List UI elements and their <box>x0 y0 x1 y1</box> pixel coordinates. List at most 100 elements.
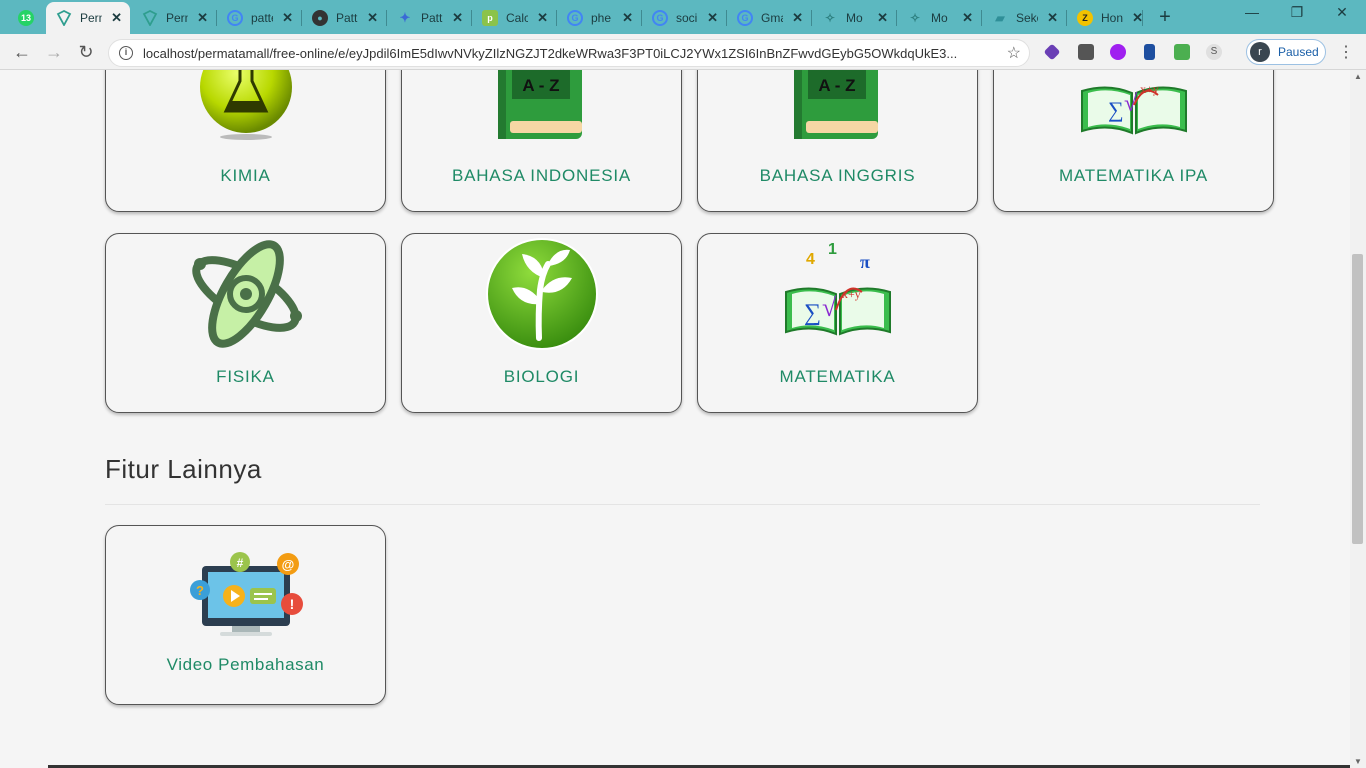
tab[interactable]: G phe ✕ <box>557 4 641 32</box>
tab[interactable]: G soci ✕ <box>642 4 726 32</box>
plant-icon <box>485 238 598 350</box>
chemistry-flask-icon <box>199 70 292 140</box>
svg-text:4: 4 <box>806 251 815 268</box>
section-title: Fitur Lainnya <box>105 454 262 484</box>
svg-text:1: 1 <box>828 241 837 258</box>
close-icon[interactable]: ✕ <box>707 10 718 26</box>
tab-title: Perm <box>80 11 102 25</box>
svg-text:√: √ <box>1124 91 1138 117</box>
scroll-down-icon[interactable]: ▼ <box>1354 757 1362 766</box>
profile-button[interactable]: r Paused <box>1246 39 1326 65</box>
close-icon[interactable]: ✕ <box>282 10 293 26</box>
svg-text:?: ? <box>196 583 204 598</box>
cube-extension-icon[interactable] <box>1043 43 1061 61</box>
url-text[interactable]: localhost/permatamall/free-online/e/eyJp… <box>143 46 993 61</box>
tab-title: Mo <box>931 11 948 25</box>
svg-text:x+y: x+y <box>1140 82 1159 96</box>
page-content: KIMIA A - Z BAHASA INDONESIA A - Z BAHAS… <box>0 70 1350 768</box>
tab-title: Patt <box>421 11 443 25</box>
terminal-extension-icon[interactable] <box>1078 44 1094 60</box>
z-icon: Z <box>1077 10 1093 26</box>
subject-card-kimia[interactable]: KIMIA <box>105 70 386 212</box>
tab[interactable]: p Calc ✕ <box>472 4 556 32</box>
tab[interactable]: G patte ✕ <box>217 4 301 32</box>
tab-whatsapp[interactable]: 13 <box>8 4 46 32</box>
dictionary-book-icon: A - Z <box>793 70 878 139</box>
svg-text:π: π <box>860 252 870 272</box>
tab[interactable]: Z Hon ✕ <box>1067 4 1151 32</box>
profile-status: Paused <box>1278 45 1319 59</box>
close-icon[interactable]: ✕ <box>367 10 378 26</box>
subject-card-bahasa-indonesia[interactable]: A - Z BAHASA INDONESIA <box>401 70 682 212</box>
book-icon: ▰ <box>995 11 1005 25</box>
svg-text:!: ! <box>289 596 294 612</box>
minimize-button[interactable]: — <box>1232 4 1272 20</box>
subject-card-biologi[interactable]: BIOLOGI <box>401 233 682 413</box>
tab[interactable]: G Gma ✕ <box>727 4 811 32</box>
puzzle-icon: ✦ <box>399 10 411 25</box>
feature-label: Video Pembahasan <box>166 655 325 674</box>
bookmark-star-icon[interactable]: ☆ <box>1007 43 1021 63</box>
image-extension-icon[interactable] <box>1174 44 1190 60</box>
svg-text:x+y: x+y <box>842 287 861 301</box>
close-icon[interactable]: ✕ <box>537 10 548 26</box>
close-icon[interactable]: ✕ <box>452 10 463 26</box>
circle-extension-icon[interactable] <box>1110 44 1126 60</box>
subject-card-bahasa-inggris[interactable]: A - Z BAHASA INGGRIS <box>697 70 978 212</box>
close-icon[interactable]: ✕ <box>197 10 208 26</box>
close-icon[interactable]: ✕ <box>622 10 633 26</box>
subject-label: BAHASA INGGRIS <box>759 166 916 185</box>
google-icon: G <box>737 10 753 26</box>
close-icon[interactable]: ✕ <box>111 10 122 26</box>
forward-button[interactable]: → <box>42 40 66 64</box>
site-info-icon[interactable]: i <box>119 46 133 60</box>
subject-card-matematika-ipa[interactable]: ∑ √ x+y MATEMATIKA IPA <box>993 70 1274 212</box>
video-lesson-icon: ? # @ ! <box>189 552 303 636</box>
new-tab-button[interactable]: + <box>1155 6 1175 29</box>
bookmark-extension-icon[interactable] <box>1144 44 1155 60</box>
subject-label: KIMIA <box>220 166 271 185</box>
menu-icon[interactable]: ⋮ <box>1338 42 1354 62</box>
tab-title: phe <box>591 11 612 25</box>
subject-label: BAHASA INDONESIA <box>451 166 632 185</box>
tab-strip: 13 Perm ✕ Perm ✕ G patte ✕ ● Patt ✕ ✦ Pa… <box>0 0 1366 34</box>
tab[interactable]: ✦ Patt ✕ <box>387 4 471 32</box>
subject-card-matematika[interactable]: 4 1 π ∑ √ x+y MATEMATIKA <box>697 233 978 413</box>
close-icon[interactable]: ✕ <box>877 10 888 26</box>
tab[interactable]: ● Patt ✕ <box>302 4 386 32</box>
sparkle-icon: ✧ <box>909 11 921 25</box>
whatsapp-icon: 13 <box>18 10 34 26</box>
tab-title: patte <box>251 11 273 25</box>
address-bar[interactable]: i localhost/permatamall/free-online/e/ey… <box>108 39 1030 67</box>
tab[interactable]: Perm ✕ <box>132 4 216 32</box>
scrollbar-thumb[interactable] <box>1352 254 1363 544</box>
subject-card-fisika[interactable]: FISIKA <box>105 233 386 413</box>
close-icon[interactable]: ✕ <box>1047 10 1058 26</box>
scroll-up-icon[interactable]: ▲ <box>1354 72 1362 81</box>
tab[interactable]: ✧ Mo ✕ <box>812 4 896 32</box>
subject-label: FISIKA <box>216 367 275 386</box>
restore-button[interactable]: ❐ <box>1277 4 1317 21</box>
close-icon[interactable]: ✕ <box>962 10 973 26</box>
close-icon[interactable]: ✕ <box>792 10 803 26</box>
permata-icon <box>142 10 158 26</box>
reload-button[interactable]: ↻ <box>74 40 98 64</box>
google-icon: G <box>652 10 668 26</box>
google-icon: G <box>227 10 243 26</box>
tab-title: Perm <box>166 11 188 25</box>
math-book-icon: ∑ √ x+y <box>1080 82 1187 135</box>
tab[interactable]: ▰ Seko ✕ <box>982 4 1066 32</box>
svg-text:∑: ∑ <box>804 300 821 326</box>
s-extension-icon[interactable]: S <box>1206 44 1222 60</box>
tab-title: Hon <box>1101 11 1123 25</box>
tab-active[interactable]: Perm ✕ <box>46 2 130 34</box>
feature-card-video-pembahasan[interactable]: ? # @ ! Video Pembahasan <box>105 525 386 705</box>
avatar: r <box>1250 42 1270 62</box>
close-window-button[interactable]: ✕ <box>1322 4 1362 21</box>
tab[interactable]: ✧ Mo ✕ <box>897 4 981 32</box>
page-scrollbar[interactable]: ▲ ▼ <box>1350 70 1366 768</box>
tab-title: soci <box>676 11 698 25</box>
sparkle-icon: ✧ <box>824 11 836 25</box>
back-button[interactable]: ← <box>10 40 34 64</box>
tab-title: Gma <box>761 11 783 25</box>
